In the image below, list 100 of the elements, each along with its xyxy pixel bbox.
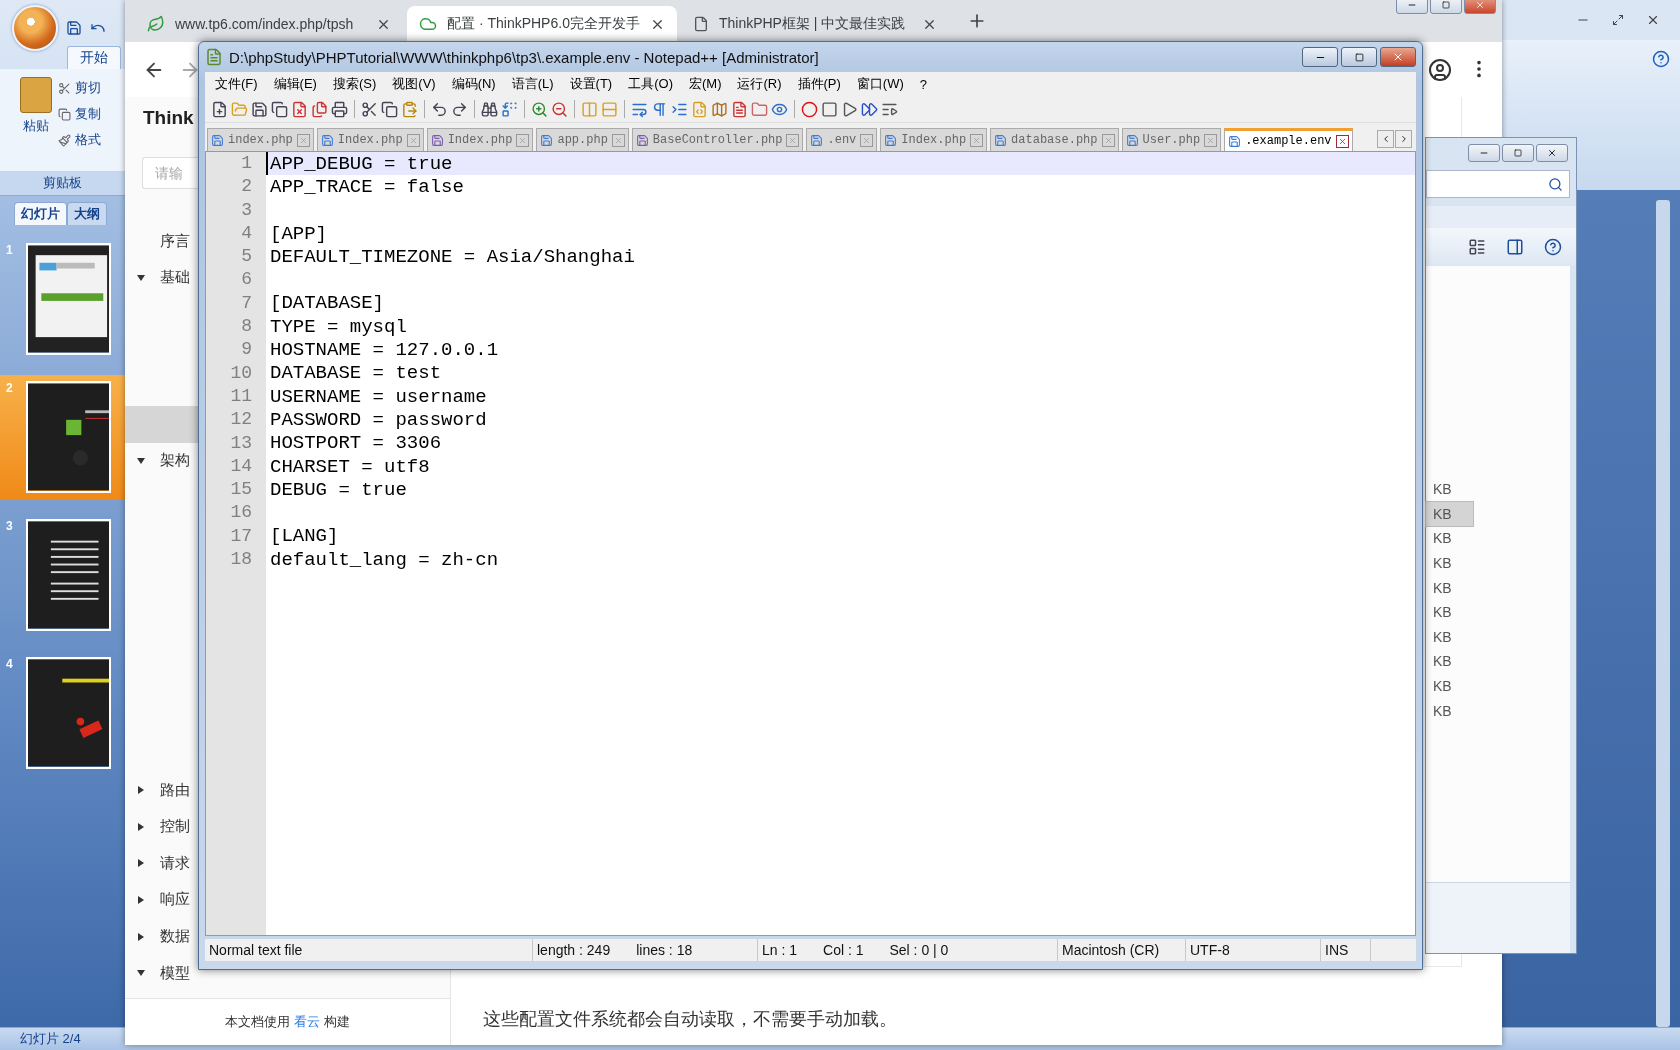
file-tab[interactable]: app.php	[536, 128, 629, 151]
browser-tab[interactable]: ThinkPHP框架 | 中文最佳实践	[680, 6, 949, 42]
caret-down-icon[interactable]	[136, 272, 146, 283]
fast-forward-icon[interactable]	[861, 100, 878, 118]
menu-item[interactable]: 文件(F)	[207, 75, 266, 93]
maximize-button[interactable]	[1502, 144, 1534, 162]
menu-item[interactable]: 编码(N)	[443, 75, 504, 93]
close-button[interactable]	[1536, 144, 1568, 162]
caret-right-icon[interactable]	[136, 858, 146, 869]
close-file-icon[interactable]	[291, 100, 308, 118]
pilcrow-icon[interactable]	[651, 100, 668, 118]
nav-item[interactable]: 架构	[160, 451, 190, 471]
record-icon[interactable]	[801, 100, 818, 118]
close-button[interactable]	[1335, 134, 1349, 148]
nav-item[interactable]: 模型	[160, 963, 190, 983]
zoom-in-icon[interactable]	[531, 100, 548, 118]
copy-icon[interactable]	[381, 100, 398, 118]
caret-right-icon[interactable]	[136, 785, 146, 796]
menu-item[interactable]: 语言(L)	[503, 75, 562, 93]
browser-tab[interactable]: 配置 · ThinkPHP6.0完全开发手	[407, 6, 677, 42]
close-files-icon[interactable]	[311, 100, 328, 118]
save-icon[interactable]	[251, 100, 268, 118]
undo-icon[interactable]	[431, 100, 448, 118]
menu-item[interactable]: 窗口(W)	[848, 75, 912, 93]
file-tab[interactable]: .example.env	[1224, 128, 1353, 151]
paste-button[interactable]: 粘贴	[23, 117, 49, 135]
nav-item[interactable]: 路由	[160, 780, 190, 800]
printer-icon[interactable]	[331, 100, 348, 118]
maximize-button[interactable]	[1430, 0, 1462, 14]
folder-icon[interactable]	[751, 100, 768, 118]
replace-icon[interactable]	[501, 100, 518, 118]
caret-right-icon[interactable]	[136, 931, 146, 942]
menu-item[interactable]: 编辑(E)	[265, 75, 325, 93]
ribbon-command[interactable]: 格式	[75, 131, 101, 149]
save-icon[interactable]	[66, 20, 82, 36]
account-icon[interactable]	[1428, 57, 1452, 82]
pane-tab[interactable]: 大纲	[67, 202, 107, 225]
menu-item[interactable]: 搜索(S)	[324, 75, 385, 93]
file-tab[interactable]: User.php	[1121, 128, 1222, 151]
binoculars-icon[interactable]	[481, 100, 498, 118]
menu-item[interactable]: 宏(M)	[680, 75, 730, 93]
minimize-button[interactable]	[1302, 47, 1338, 67]
menu-item[interactable]: 视图(V)	[384, 75, 444, 93]
menu-item[interactable]: 插件(P)	[789, 75, 849, 93]
map-icon[interactable]	[711, 100, 728, 118]
menu-item[interactable]: 运行(R)	[729, 75, 790, 93]
line-number: 3	[240, 198, 253, 222]
close-button[interactable]	[1464, 0, 1496, 14]
ribbon-command[interactable]: 剪切	[75, 79, 101, 97]
close-button[interactable]	[1380, 47, 1416, 67]
help-icon[interactable]	[1544, 238, 1562, 256]
minimize-button[interactable]	[1396, 0, 1428, 14]
nav-item[interactable]: 控制	[160, 817, 190, 837]
scrollbar[interactable]	[1656, 200, 1670, 1027]
file-tab[interactable]: index.php	[207, 128, 314, 151]
nav-item[interactable]: 请求	[160, 853, 190, 873]
zoom-out-icon[interactable]	[551, 100, 568, 118]
document-icon[interactable]	[731, 100, 748, 118]
redo-icon[interactable]	[451, 100, 468, 118]
file-tab[interactable]: BaseController.php	[631, 128, 804, 151]
new-file-icon[interactable]	[211, 100, 228, 118]
browser-tab[interactable]: www.tp6.com/index.php/tpsh	[135, 6, 403, 42]
save-all-icon[interactable]	[271, 100, 288, 118]
file-tab[interactable]: Index.php	[316, 128, 424, 151]
close-icon[interactable]	[1646, 13, 1660, 27]
ribbon-command[interactable]: 复制	[75, 105, 101, 123]
play-icon[interactable]	[841, 100, 858, 118]
nav-item[interactable]: 序言	[160, 231, 190, 251]
search-field[interactable]: 请输	[142, 157, 198, 189]
preview-pane-icon[interactable]	[1506, 238, 1524, 256]
view-icon[interactable]	[1468, 238, 1486, 256]
caret-down-icon[interactable]	[136, 455, 146, 466]
menu-item[interactable]: 工具(O)	[620, 75, 681, 93]
caret-right-icon[interactable]	[136, 895, 146, 905]
footer-link[interactable]: 看云	[294, 1013, 320, 1031]
code-line: CHARSET = utf8	[270, 455, 430, 478]
minimize-button[interactable]	[1468, 144, 1500, 162]
file-tab[interactable]: .env	[806, 128, 878, 151]
search-field[interactable]	[1426, 170, 1570, 198]
file-tab[interactable]: database.php	[990, 128, 1119, 151]
row-highlight[interactable]: KB	[1426, 501, 1473, 527]
maximize-icon[interactable]	[1612, 14, 1624, 26]
maximize-button[interactable]	[1341, 47, 1377, 67]
menu-item[interactable]: ?	[911, 76, 936, 92]
nav-item[interactable]: 响应	[160, 890, 190, 910]
help-icon[interactable]	[1652, 50, 1670, 68]
pane-tab[interactable]: 幻灯片	[14, 202, 67, 225]
file-tab[interactable]: Index.php	[880, 128, 988, 151]
caret-right-icon[interactable]	[136, 821, 146, 832]
file-tab[interactable]: Index.php	[426, 128, 534, 151]
close-icon	[518, 135, 528, 145]
search-icon[interactable]	[1548, 176, 1563, 192]
nav-item[interactable]: 基础	[160, 268, 190, 288]
menu-item[interactable]: 设置(T)	[561, 75, 621, 93]
stop-icon[interactable]	[821, 100, 838, 118]
nav-item[interactable]: 数据	[160, 927, 190, 947]
ribbon-tab[interactable]: 开始	[67, 46, 121, 69]
site-title[interactable]: Think	[143, 107, 194, 128]
office-button[interactable]	[12, 5, 58, 51]
scissors-icon[interactable]	[361, 100, 378, 118]
